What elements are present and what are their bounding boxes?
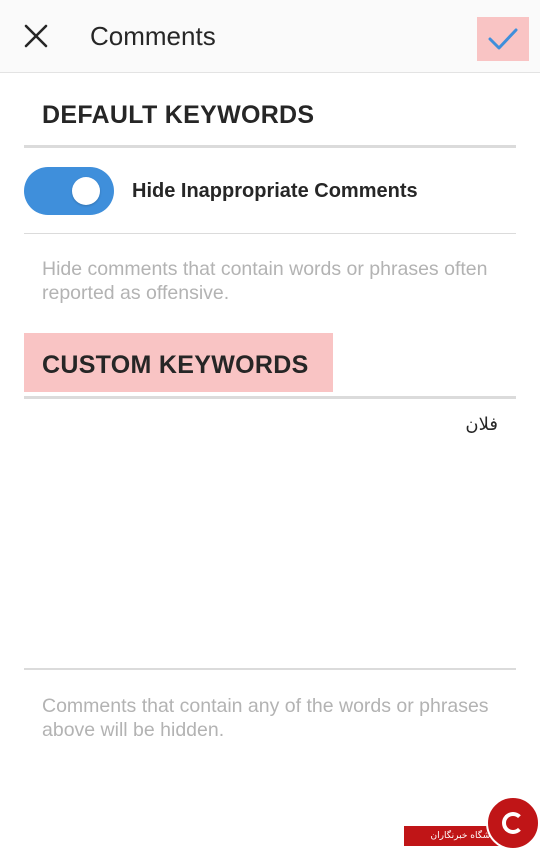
custom-helper-text: Comments that contain any of the words o… — [42, 695, 489, 741]
hide-inappropriate-toggle[interactable] — [24, 167, 114, 215]
row-divider — [24, 233, 516, 234]
custom-keywords-heading: CUSTOM KEYWORDS — [42, 351, 309, 379]
done-button[interactable] — [477, 17, 529, 61]
section-divider — [24, 145, 516, 148]
toggle-knob — [72, 177, 100, 205]
watermark-emblem — [486, 796, 540, 850]
keywords-value: فلان — [465, 414, 498, 435]
default-keywords-heading: DEFAULT KEYWORDS — [42, 101, 315, 129]
input-divider — [24, 668, 516, 670]
close-button[interactable] — [18, 18, 54, 54]
watermark-logo: باشگاه خبرنگاران — [404, 796, 540, 850]
page-title: Comments — [90, 21, 216, 51]
toggle-label: Hide Inappropriate Comments — [132, 180, 418, 202]
close-icon — [24, 24, 48, 48]
default-helper-text: Hide comments that contain words or phra… — [42, 258, 488, 304]
custom-keywords-input[interactable] — [24, 400, 516, 668]
custom-keywords-header: CUSTOM KEYWORDS — [24, 333, 333, 392]
top-bar: Comments — [0, 0, 540, 73]
checkmark-icon — [488, 28, 518, 50]
section-divider — [24, 396, 516, 399]
